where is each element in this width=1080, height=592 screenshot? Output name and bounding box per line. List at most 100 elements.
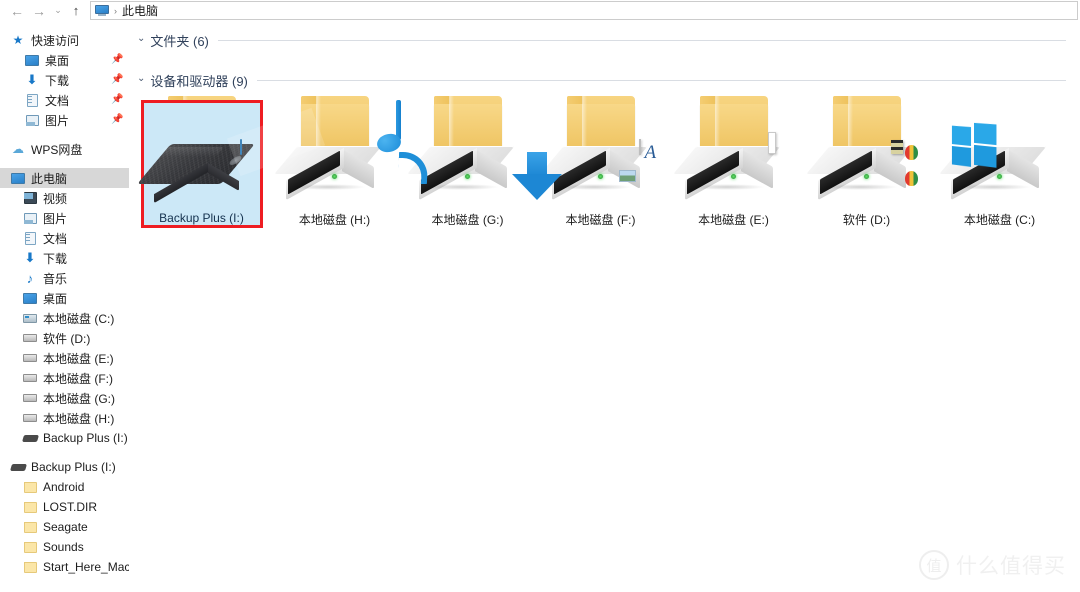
this-pc-icon <box>95 4 109 17</box>
sidebar-item-pictures[interactable]: 图片 📌 <box>0 110 129 130</box>
sidebar-item-pictures-pc[interactable]: 图片 <box>0 208 129 228</box>
sidebar-item-label: Seagate <box>43 520 88 534</box>
sidebar-item-backup-plus-i[interactable]: Backup Plus (I:) <box>0 428 129 448</box>
sidebar-item-label: 快速访问 <box>31 33 80 48</box>
sidebar-item-label: 下载 <box>45 73 70 88</box>
sidebar-item-label: 图片 <box>45 113 70 128</box>
desktop-icon <box>24 52 40 68</box>
sidebar-item-label: 本地磁盘 (G:) <box>43 391 115 406</box>
sidebar-item-sounds[interactable]: Sounds <box>0 537 129 557</box>
drive-icon <box>22 370 38 386</box>
sidebar-item-desktop[interactable]: 桌面 📌 <box>0 50 129 70</box>
sidebar-item-downloads[interactable]: ⬇ 下载 📌 <box>0 70 129 90</box>
sidebar-item-label: 图片 <box>43 211 68 226</box>
section-divider <box>217 39 1066 41</box>
documents-icon <box>24 92 40 108</box>
chevron-down-icon[interactable]: ⌄ <box>50 1 66 21</box>
chevron-down-icon[interactable]: ⌄ <box>137 74 145 84</box>
sidebar-item-videos[interactable]: 视频 <box>0 188 129 208</box>
pictures-icon <box>24 112 40 128</box>
navigation-bar: ← → ⌄ ↑ › 此电脑 <box>0 0 1080 21</box>
pin-icon[interactable]: 📌 <box>111 115 123 125</box>
up-icon[interactable]: ↑ <box>66 1 86 21</box>
sidebar-item-music[interactable]: ♪ 音乐 <box>0 268 129 288</box>
sidebar-item-drive-c[interactable]: 本地磁盘 (C:) <box>0 308 129 328</box>
sidebar-item-wps-cloud[interactable]: ☁ WPS网盘 <box>0 139 129 159</box>
sidebar-item-drive-d[interactable]: 软件 (D:) <box>0 328 129 348</box>
documents-icon <box>22 230 38 246</box>
sidebar-item-android[interactable]: Android <box>0 477 129 497</box>
section-header-devices[interactable]: ⌄ 设备和驱动器 (9) <box>137 70 1066 90</box>
navigation-pane[interactable]: ★ 快速访问 桌面 📌 ⬇ 下载 📌 文档 📌 图片 📌 ☁ WPS网盘 此电脑… <box>0 21 129 592</box>
sidebar-item-label: LOST.DIR <box>43 500 98 514</box>
pin-icon[interactable]: 📌 <box>111 75 123 85</box>
sidebar-item-label: WPS网盘 <box>31 142 83 157</box>
sidebar-item-lost-dir[interactable]: LOST.DIR <box>0 497 129 517</box>
sidebar-item-label: 此电脑 <box>31 171 68 186</box>
sidebar-item-label: 桌面 <box>43 291 68 306</box>
breadcrumb-this-pc[interactable]: 此电脑 <box>122 2 158 19</box>
pin-icon[interactable]: 📌 <box>111 95 123 105</box>
folder-icon <box>22 479 38 495</box>
drive-icon <box>22 330 38 346</box>
sidebar-item-backup-plus-root[interactable]: Backup Plus (I:) <box>0 457 129 477</box>
items-view[interactable]: ⌄ 文件夹 (6) 桌面 <box>129 21 1080 592</box>
folder-icon <box>22 499 38 515</box>
sidebar-item-drive-e[interactable]: 本地磁盘 (E:) <box>0 348 129 368</box>
drive-icon <box>22 390 38 406</box>
sidebar-item-desktop-pc[interactable]: 桌面 <box>0 288 129 308</box>
star-icon: ★ <box>12 33 24 47</box>
sidebar-item-seagate[interactable]: Seagate <box>0 517 129 537</box>
sidebar-item-label: 文档 <box>45 93 70 108</box>
this-pc-icon <box>10 170 26 186</box>
folder-icon <box>22 519 38 535</box>
download-icon: ⬇ <box>24 250 36 265</box>
watermark-text: 什么值得买 <box>956 555 1066 578</box>
address-bar[interactable]: › 此电脑 <box>90 1 1078 20</box>
sidebar-item-label: 视频 <box>43 191 68 206</box>
sidebar-item-this-pc[interactable]: 此电脑 <box>0 168 129 188</box>
sidebar-item-label: 下载 <box>43 251 68 266</box>
sidebar-item-label: Start_Here_Mac.ap <box>43 560 129 574</box>
drive-icon <box>22 350 38 366</box>
sidebar-item-downloads-pc[interactable]: ⬇ 下载 <box>0 248 129 268</box>
section-header-folders[interactable]: ⌄ 文件夹 (6) <box>137 30 1066 50</box>
sidebar-item-start-here-mac[interactable]: Start_Here_Mac.ap <box>0 557 129 577</box>
sidebar-item-drive-h[interactable]: 本地磁盘 (H:) <box>0 408 129 428</box>
section-title: 文件夹 (6) <box>150 33 209 49</box>
sidebar-item-label: 文档 <box>43 231 68 246</box>
sidebar-item-label: Backup Plus (I:) <box>31 460 116 474</box>
sidebar-item-documents-pc[interactable]: 文档 <box>0 228 129 248</box>
back-icon[interactable]: ← <box>6 1 28 21</box>
sidebar-item-drive-g[interactable]: 本地磁盘 (G:) <box>0 388 129 408</box>
item-label: 本地磁盘 (E:) <box>698 213 769 227</box>
sidebar-item-quick-access[interactable]: ★ 快速访问 <box>0 30 129 50</box>
sidebar-item-label: Sounds <box>43 540 84 554</box>
watermark: 值 什么值得买 <box>919 550 1066 580</box>
videos-icon <box>22 190 38 206</box>
sidebar-item-documents[interactable]: 文档 📌 <box>0 90 129 110</box>
section-divider <box>256 79 1066 81</box>
item-label: 本地磁盘 (H:) <box>298 213 371 227</box>
breadcrumb-separator-icon[interactable]: › <box>114 6 117 16</box>
system-drive-icon <box>22 310 38 326</box>
sidebar-item-drive-f[interactable]: 本地磁盘 (F:) <box>0 368 129 388</box>
desktop-icon <box>22 290 38 306</box>
item-label: 本地磁盘 (C:) <box>963 213 1036 227</box>
sidebar-item-label: Android <box>43 480 85 494</box>
sidebar-item-label: 本地磁盘 (F:) <box>43 371 113 386</box>
pin-icon[interactable]: 📌 <box>111 55 123 65</box>
section-title: 设备和驱动器 (9) <box>150 73 248 89</box>
chevron-down-icon[interactable]: ⌄ <box>137 34 145 44</box>
forward-icon[interactable]: → <box>28 1 50 21</box>
download-icon: ⬇ <box>26 72 38 87</box>
sidebar-item-label: 本地磁盘 (E:) <box>43 351 114 366</box>
windows-logo-icon <box>951 122 997 168</box>
system-drive-icon <box>938 122 1055 210</box>
item-label: Backup Plus (I:) <box>159 211 244 225</box>
music-icon: ♪ <box>26 270 34 286</box>
